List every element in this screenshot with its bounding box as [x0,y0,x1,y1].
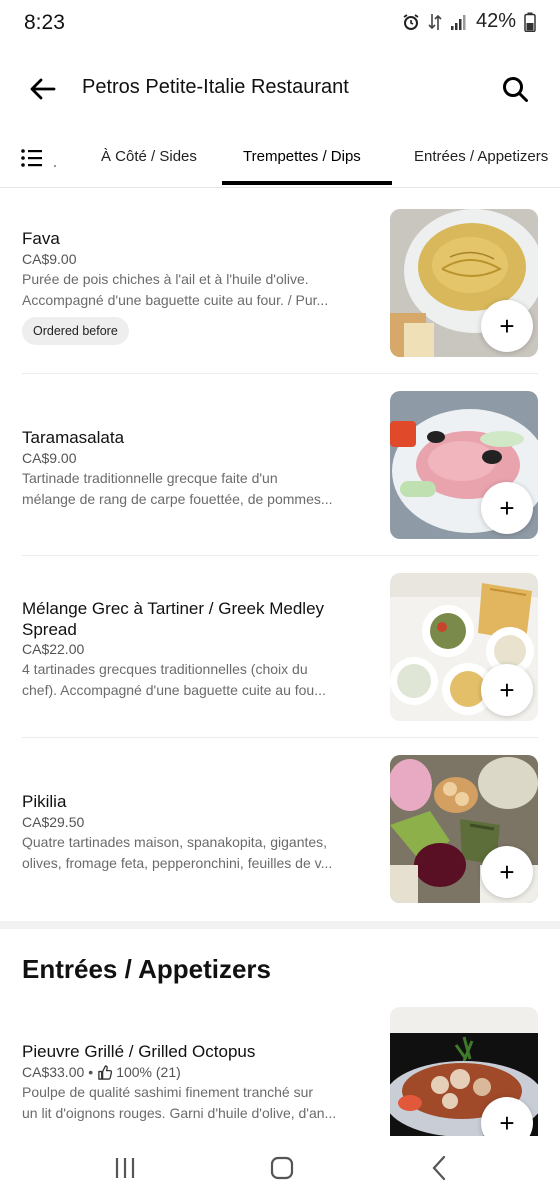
item-rating: 100% (21) [116,1064,181,1080]
recent-apps-button[interactable] [109,1152,141,1184]
home-button[interactable] [266,1152,298,1184]
separator-dot: • [88,1064,94,1080]
section-heading: Entrées / Appetizers [22,954,272,984]
list-icon [21,149,56,167]
item-description: Tartinade traditionnelle grecque faite d… [22,468,364,510]
status-bar: 8:23 42% [0,0,560,48]
battery-icon [524,12,536,32]
tab-appetizers[interactable]: Entrées / Appetizers [414,148,548,165]
item-description-line: 4 tartinades grecques traditionnelles (c… [22,661,308,677]
item-description: Quatre tartinades maison, spanakopita, g… [22,832,364,874]
item-description-line: un lit d'oignons rouges. Garni d'huile d… [22,1105,337,1121]
menu-item[interactable]: Fava CA$9.00 Purée de pois chiches à l'a… [0,192,560,374]
menu-item[interactable]: Taramasalata CA$9.00 Tartinade tradition… [0,374,560,556]
search-button[interactable] [500,74,530,104]
category-list-button[interactable] [20,146,60,170]
back-nav-button[interactable] [424,1152,456,1184]
category-tabs: À Côté / Sides Trempettes / Dips Entrées… [0,132,560,188]
page-title: Petros Petite-Italie Restaurant [82,76,349,98]
item-description-line: Tartinade traditionnelle grecque faite d… [22,470,278,486]
thumbs-up-icon [98,1064,113,1080]
menu-item[interactable]: Mélange Grec à Tartiner / Greek Medley S… [0,556,560,738]
item-name: Fava [22,229,60,248]
signal-icon [450,14,466,30]
alarm-icon [403,13,419,30]
data-transfer-icon [428,13,442,30]
section-separator [0,921,560,929]
battery-percent: 42% [475,10,516,32]
item-description: 4 tartinades grecques traditionnelles (c… [22,659,364,701]
status-time: 8:23 [24,11,65,34]
tab-dips[interactable]: Trempettes / Dips [243,148,361,165]
item-description-line: mélange de rang de carpe fouettée, de po… [22,491,333,507]
chevron-left-icon [432,1155,446,1181]
search-icon [503,77,528,102]
menu-item[interactable]: Pikilia CA$29.50 Quatre tartinades maiso… [0,738,560,920]
item-description: Purée de pois chiches à l'ail et à l'hui… [22,269,364,311]
tab-sides[interactable]: À Côté / Sides [101,148,197,165]
add-to-cart-button[interactable]: + [481,846,533,898]
item-description-line: Poulpe de qualité sashimi finement tranc… [22,1084,314,1100]
system-navigation-bar [0,1136,560,1200]
add-to-cart-button[interactable]: + [481,664,533,716]
item-description-line: Quatre tartinades maison, spanakopita, g… [22,834,328,850]
item-price: CA$22.00 [22,641,85,657]
item-name: Pieuvre Grillé / Grilled Octopus [22,1042,256,1061]
item-price-row: CA$33.00 • 100% (21) [22,1064,181,1080]
item-name: Pikilia [22,792,67,811]
add-to-cart-button[interactable]: + [481,482,533,534]
status-icons: 42% [402,10,536,33]
item-name: Mélange Grec à Tartiner / Greek Medley S… [22,599,325,639]
active-tab-indicator [222,181,392,185]
item-price: CA$9.00 [22,450,77,466]
menu-item[interactable]: Pieuvre Grillé / Grilled Octopus CA$33.0… [0,1000,560,1149]
recent-apps-icon [115,1158,135,1178]
item-description-line: Accompagné d'une baguette cuite au four.… [22,292,329,308]
item-name: Taramasalata [22,428,125,447]
item-price: CA$9.00 [22,251,77,267]
ordered-before-badge: Ordered before [22,317,129,345]
item-description: Poulpe de qualité sashimi finement tranc… [22,1082,364,1124]
home-icon [270,1156,294,1180]
item-price: CA$33.00 [22,1064,85,1080]
back-button[interactable] [26,72,60,106]
item-description-line: chef). Accompagné d'une baguette cuite a… [22,682,326,698]
item-price: CA$29.50 [22,814,85,830]
arrow-left-icon [30,78,56,100]
app-header: Petros Petite-Italie Restaurant [0,56,560,120]
item-description-line: Purée de pois chiches à l'ail et à l'hui… [22,271,309,287]
add-to-cart-button[interactable]: + [481,300,533,352]
item-description-line: olives, fromage feta, pepperonchini, feu… [22,855,333,871]
